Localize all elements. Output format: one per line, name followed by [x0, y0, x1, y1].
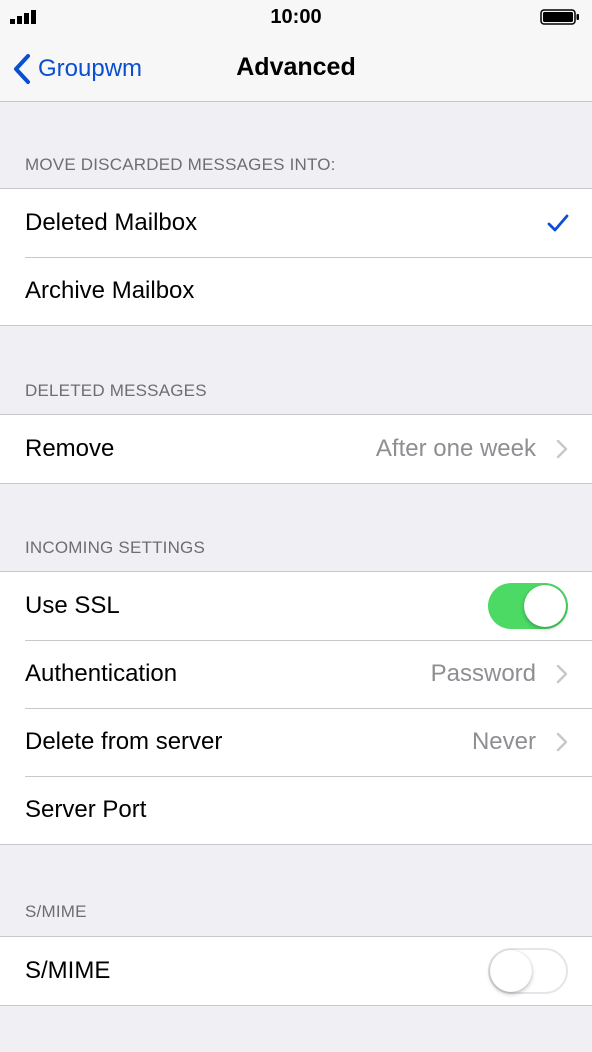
smime-toggle[interactable]: [488, 948, 568, 994]
navigation-bar: Groupwm Advanced: [0, 40, 592, 102]
group-deleted: Remove After one week: [0, 414, 592, 484]
group-smime: S/MIME: [0, 936, 592, 1006]
row-archive-mailbox[interactable]: Archive Mailbox: [0, 257, 592, 325]
row-use-ssl: Use SSL: [0, 572, 592, 640]
row-label: Authentication: [25, 660, 178, 687]
chevron-right-icon: [556, 664, 568, 684]
toggle-knob: [490, 950, 532, 992]
row-label: Use SSL: [25, 592, 120, 619]
row-remove[interactable]: Remove After one week: [0, 415, 592, 483]
row-delete-from-server[interactable]: Delete from server Never: [0, 708, 592, 776]
row-authentication[interactable]: Authentication Password: [0, 640, 592, 708]
row-value: Never: [471, 728, 536, 755]
toggle-knob: [524, 585, 566, 627]
row-label: Server Port: [25, 796, 147, 823]
checkmark-icon: [547, 214, 569, 232]
back-label: Groupwm: [38, 55, 143, 82]
row-label: Archive Mailbox: [25, 277, 195, 304]
section-header-smime: S/MIME: [25, 902, 87, 921]
section-header-discarded: MOVE DISCARDED MESSAGES INTO:: [25, 155, 336, 174]
battery-icon: [540, 9, 579, 25]
row-label: S/MIME: [25, 957, 111, 984]
row-server-port[interactable]: Server Port: [0, 776, 592, 844]
use-ssl-toggle[interactable]: [488, 583, 568, 629]
status-bar: 10:00: [0, 0, 592, 40]
row-value: Password: [430, 660, 536, 687]
row-label: Delete from server: [25, 728, 223, 755]
group-discarded: Deleted Mailbox Archive Mailbox: [0, 188, 592, 326]
chevron-right-icon: [556, 732, 568, 752]
section-header-deleted: DELETED MESSAGES: [25, 381, 207, 400]
row-smime: S/MIME: [0, 937, 592, 1005]
row-label: Deleted Mailbox: [25, 209, 198, 236]
row-deleted-mailbox[interactable]: Deleted Mailbox: [0, 189, 592, 257]
chevron-left-icon: [14, 54, 30, 84]
section-header-incoming: INCOMING SETTINGS: [25, 538, 206, 557]
back-button[interactable]: Groupwm: [12, 52, 142, 86]
group-incoming: Use SSL Authentication Password Delete f…: [0, 571, 592, 845]
status-time: 10:00: [270, 6, 322, 28]
row-label: Remove: [25, 435, 115, 462]
row-value: After one week: [375, 435, 536, 462]
chevron-right-icon: [556, 439, 568, 459]
